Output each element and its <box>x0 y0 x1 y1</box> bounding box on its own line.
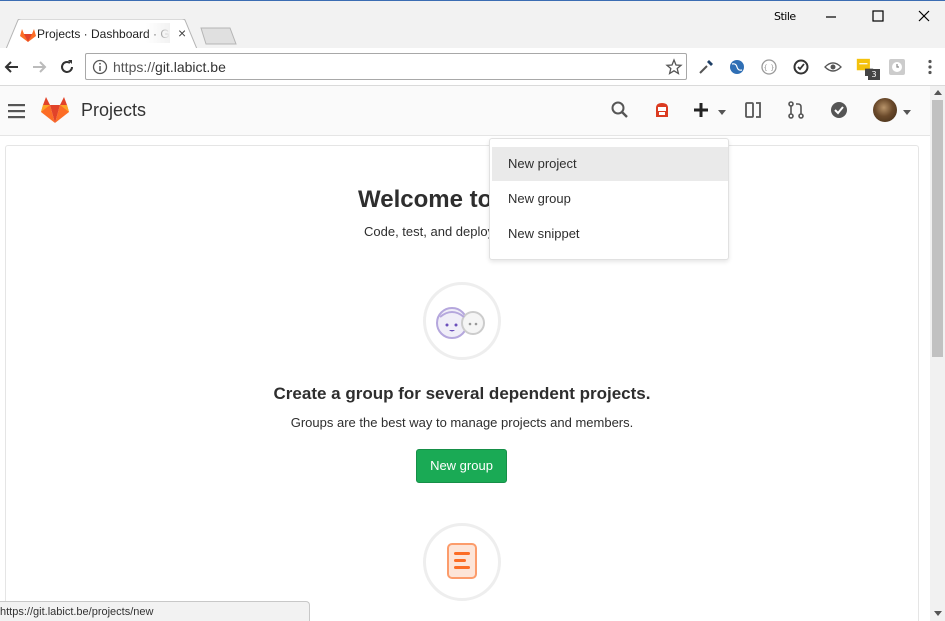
gitlab-header: Projects <box>0 86 930 136</box>
tab-title-fade <box>146 23 170 43</box>
close-window-icon[interactable] <box>914 7 934 27</box>
group-illustration <box>423 282 501 360</box>
plus-icon[interactable] <box>691 100 711 120</box>
new-group-button[interactable]: New group <box>416 449 507 483</box>
merge-request-icon[interactable] <box>786 100 806 120</box>
clock-extension-icon[interactable] <box>888 58 906 76</box>
scroll-up-arrow-icon[interactable] <box>934 90 942 95</box>
browser-tab[interactable]: Projects · Dashboard · GitLab × <box>6 19 198 49</box>
gitlab-logo[interactable] <box>40 96 70 124</box>
page-title[interactable]: Projects <box>81 100 146 121</box>
hamburger-icon[interactable] <box>8 103 26 119</box>
browser-titlebar: Projects · Dashboard · GitLab × Stile <box>0 0 945 49</box>
globe-extension-icon[interactable] <box>728 58 746 76</box>
profile-label[interactable]: Stile <box>774 10 796 23</box>
new-dropdown-menu: New project New group New snippet <box>489 138 729 260</box>
maximize-icon[interactable] <box>868 7 888 27</box>
group-heading: Create a group for several dependent pro… <box>273 384 651 403</box>
plus-dropdown-caret-icon[interactable] <box>718 110 726 115</box>
scroll-thumb[interactable] <box>932 100 943 357</box>
group-description: Groups are the best way to manage projec… <box>290 415 634 430</box>
info-icon[interactable] <box>92 59 108 75</box>
scroll-down-arrow-icon[interactable] <box>934 611 942 616</box>
minimize-icon[interactable] <box>821 7 841 27</box>
new-tab-button[interactable] <box>200 27 238 45</box>
eye-extension-icon[interactable] <box>824 58 842 76</box>
reload-icon[interactable] <box>57 57 77 77</box>
gitlab-favicon-icon <box>20 29 36 42</box>
url-scheme: https:// <box>113 59 156 75</box>
check-circle-icon[interactable] <box>829 100 849 120</box>
sync-extension-icon[interactable] <box>792 58 810 76</box>
code-extension-icon[interactable]: { } <box>760 58 778 76</box>
forward-arrow-icon[interactable] <box>29 57 49 77</box>
url-host: git.labict.be <box>155 59 226 75</box>
snippet-document-icon <box>447 543 477 579</box>
snippet-illustration <box>423 523 501 601</box>
svg-text:{ }: { } <box>763 64 774 72</box>
search-icon[interactable] <box>610 100 630 120</box>
group-faces-icon <box>436 307 485 339</box>
todos-panel-icon[interactable] <box>743 100 763 120</box>
browser-toolbar: https://git.labict.be { } <box>0 48 945 86</box>
bookmark-star-icon[interactable] <box>665 58 683 76</box>
address-bar[interactable]: https://git.labict.be <box>85 53 687 80</box>
extension-badge-count: 3 <box>868 69 880 80</box>
menu-item-new-group[interactable]: New group <box>492 182 728 216</box>
tanuki-issues-icon[interactable] <box>652 100 672 120</box>
back-arrow-icon[interactable] <box>2 57 22 77</box>
url-text[interactable]: https://git.labict.be <box>113 59 226 75</box>
menu-item-new-snippet[interactable]: New snippet <box>492 217 728 251</box>
status-bar-url: https://git.labict.be/projects/new <box>0 601 310 621</box>
eyedropper-icon[interactable] <box>697 58 715 76</box>
user-avatar[interactable] <box>873 98 897 122</box>
menu-item-new-project[interactable]: New project <box>492 147 728 181</box>
page-scrollbar[interactable] <box>930 86 945 621</box>
chrome-menu-icon[interactable] <box>921 58 939 76</box>
tab-close-icon[interactable]: × <box>178 25 186 41</box>
avatar-dropdown-caret-icon[interactable] <box>903 110 911 115</box>
